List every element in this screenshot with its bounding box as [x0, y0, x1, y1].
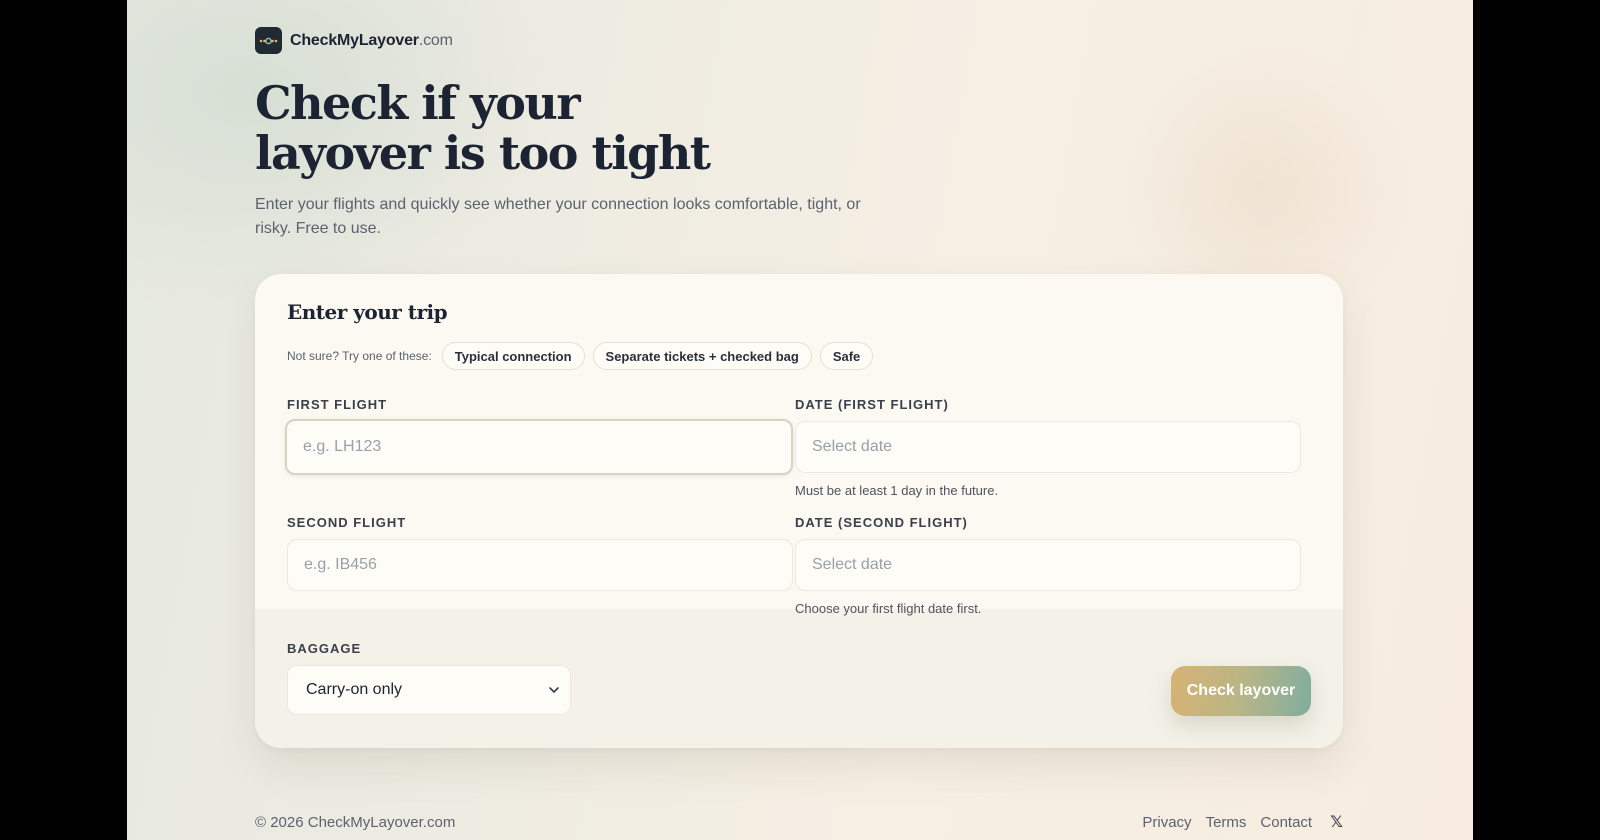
brand-name: CheckMyLayover.com: [290, 31, 453, 49]
check-layover-button[interactable]: Check layover: [1171, 666, 1311, 716]
second-flight-label: SECOND FLIGHT: [287, 515, 407, 530]
footer-links: Privacy Terms Contact 𝕏: [1142, 812, 1343, 832]
second-flight-input[interactable]: [287, 539, 793, 591]
first-flight-input[interactable]: [285, 419, 793, 475]
first-date-helper: Must be at least 1 day in the future.: [795, 483, 999, 498]
brand-tld: .com: [418, 31, 453, 49]
form-title: Enter your trip: [287, 300, 448, 324]
first-date-input[interactable]: [795, 421, 1301, 473]
footer: © 2026 CheckMyLayover.com Privacy Terms …: [255, 812, 1343, 832]
plane-dots-icon: [255, 27, 282, 54]
suggestion-label: Not sure? Try one of these:: [287, 349, 432, 363]
first-flight-label: FIRST FLIGHT: [287, 397, 388, 412]
chip-separate-tickets[interactable]: Separate tickets + checked bag: [592, 342, 812, 370]
second-date-input[interactable]: [795, 539, 1301, 591]
second-date-helper: Choose your first flight date first.: [795, 601, 982, 616]
second-date-label: DATE (SECOND FLIGHT): [795, 515, 968, 530]
page-subtitle: Enter your flights and quickly see wheth…: [255, 196, 861, 237]
title-line-1: Check if your: [255, 76, 581, 130]
copyright: © 2026 CheckMyLayover.com: [255, 813, 456, 831]
chip-typical-connection[interactable]: Typical connection: [441, 342, 585, 370]
chip-safe[interactable]: Safe: [819, 342, 874, 370]
footer-link-contact[interactable]: Contact: [1260, 814, 1312, 831]
brand-logo[interactable]: CheckMyLayover.com: [255, 27, 453, 54]
footer-link-terms[interactable]: Terms: [1206, 814, 1247, 831]
baggage-select[interactable]: Carry-on only: [287, 665, 571, 715]
title-line-2: layover is too tight: [255, 126, 711, 180]
chevron-down-icon: [549, 687, 559, 693]
x-logo-icon[interactable]: 𝕏: [1330, 812, 1343, 832]
baggage-selected-value: Carry-on only: [306, 681, 403, 698]
page-title: Check if your layover is too tight: [255, 78, 815, 178]
baggage-label: BAGGAGE: [287, 641, 362, 656]
suggestion-row: Not sure? Try one of these: Typical conn…: [287, 342, 874, 370]
trip-form-card: Enter your trip Not sure? Try one of the…: [255, 274, 1343, 748]
footer-link-privacy[interactable]: Privacy: [1142, 814, 1191, 831]
page: CheckMyLayover.com Check if your layover…: [127, 0, 1473, 840]
first-date-label: DATE (FIRST FLIGHT): [795, 397, 949, 412]
